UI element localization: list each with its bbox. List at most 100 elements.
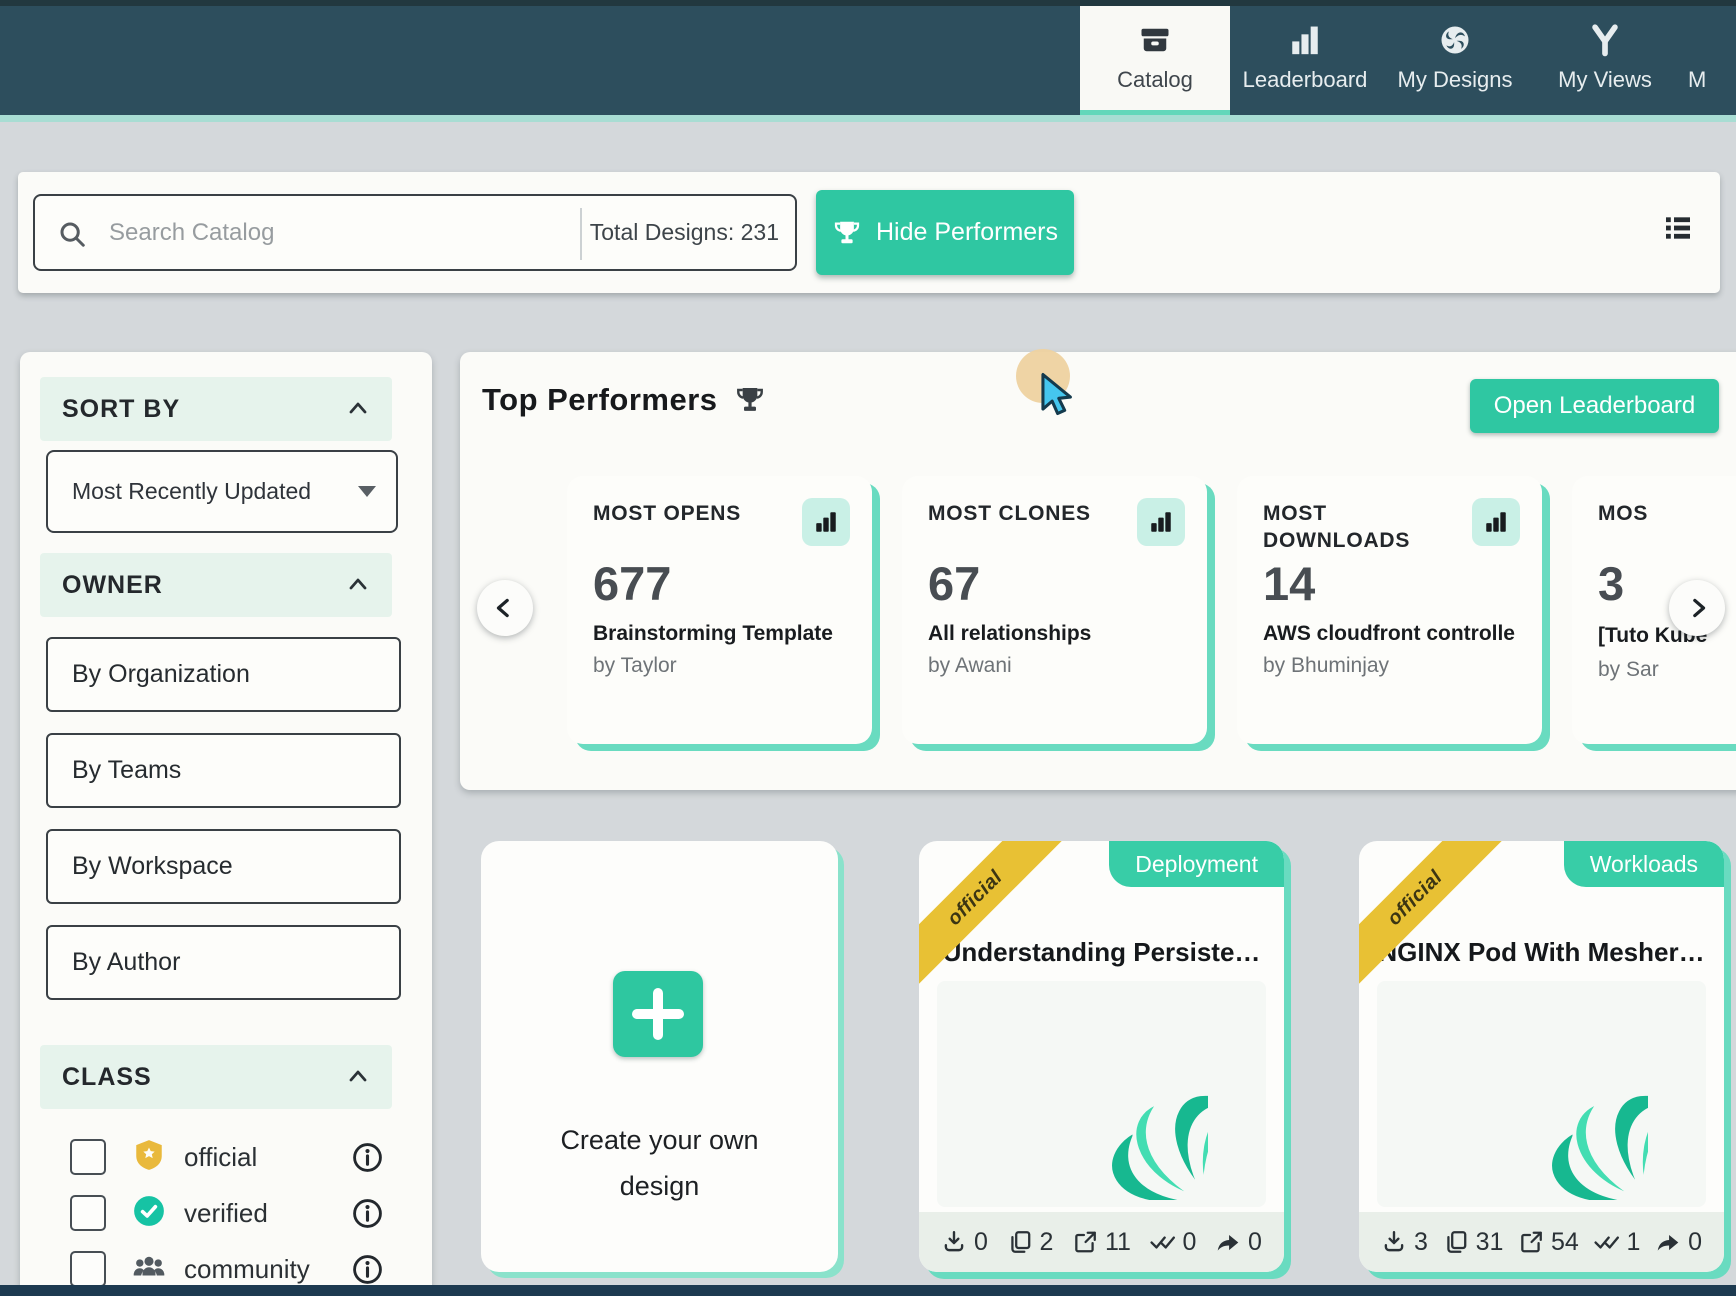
stat-value: 0 [1248, 1228, 1262, 1257]
carousel-next-button[interactable] [1669, 580, 1725, 636]
owner-header[interactable]: OWNER [40, 553, 392, 617]
tab-label: M [1688, 67, 1706, 93]
open-leaderboard-button[interactable]: Open Leaderboard [1470, 379, 1719, 433]
class-label: CLASS [62, 1063, 152, 1092]
bottom-edge-bar [0, 1285, 1736, 1296]
class-item-label: community [184, 1254, 310, 1285]
design-author: by Taylor [593, 654, 846, 678]
tab-my-designs[interactable]: My Designs [1380, 0, 1530, 115]
tab-label: My Designs [1398, 67, 1513, 93]
download-stat[interactable]: 3 [1381, 1228, 1428, 1257]
metric-value: 677 [593, 556, 846, 614]
download-stat[interactable]: 0 [941, 1228, 988, 1257]
button-label: By Organization [72, 660, 250, 689]
design-stats: 0 2 11 0 0 [919, 1212, 1284, 1272]
tab-label: Catalog [1117, 67, 1193, 93]
trophy-icon [734, 384, 766, 416]
chevron-up-icon[interactable] [346, 573, 370, 597]
metric-label: MOST OPENS [593, 500, 783, 556]
info-icon[interactable] [352, 1142, 383, 1173]
chevron-up-icon[interactable] [346, 1065, 370, 1089]
carousel-prev-button[interactable] [477, 580, 533, 636]
verify-stat[interactable]: 1 [1594, 1228, 1641, 1257]
search-box[interactable]: Total Designs: 231 [33, 194, 797, 271]
download-icon [1381, 1229, 1407, 1255]
info-icon[interactable] [352, 1254, 383, 1285]
open-stat[interactable]: 54 [1518, 1228, 1579, 1257]
metric-label: MOS [1598, 500, 1736, 556]
views-y-icon [1587, 22, 1623, 58]
hide-performers-label: Hide Performers [876, 218, 1058, 247]
create-design-card[interactable]: Create your own design [481, 841, 838, 1272]
tab-truncated[interactable]: M [1680, 0, 1736, 115]
by-author-button[interactable]: By Author [46, 925, 401, 1000]
share-stat[interactable]: 0 [1655, 1228, 1702, 1257]
share-icon [1215, 1229, 1241, 1255]
official-checkbox[interactable] [70, 1139, 106, 1175]
search-icon [57, 219, 87, 254]
search-input[interactable] [107, 198, 537, 267]
sort-by-header[interactable]: SORT BY [40, 377, 392, 441]
class-header[interactable]: CLASS [40, 1045, 392, 1109]
truncated-icon [1688, 22, 1724, 58]
open-stat[interactable]: 11 [1072, 1228, 1131, 1257]
download-icon [941, 1229, 967, 1255]
clone-stat[interactable]: 31 [1443, 1228, 1504, 1257]
tab-my-views[interactable]: My Views [1530, 0, 1680, 115]
tab-catalog[interactable]: Catalog [1080, 0, 1230, 115]
class-filter-official[interactable]: official [60, 1131, 420, 1183]
official-ribbon: official [919, 841, 1075, 998]
design-author: by Awani [928, 654, 1181, 678]
button-label: By Author [72, 948, 180, 977]
design-title: Understanding Persiste… [929, 937, 1274, 968]
class-filter-verified[interactable]: verified [60, 1187, 420, 1239]
by-organization-button[interactable]: By Organization [46, 637, 401, 712]
design-name: Brainstorming Template [593, 622, 846, 646]
type-badge[interactable]: Workloads [1564, 841, 1724, 887]
design-name: AWS cloudfront controller [1263, 622, 1516, 646]
verified-checkbox[interactable] [70, 1195, 106, 1231]
create-design-label: Create your own design [481, 1117, 838, 1209]
sort-dropdown[interactable]: Most Recently Updated [46, 450, 398, 533]
share-icon [1655, 1229, 1681, 1255]
chevron-up-icon[interactable] [346, 397, 370, 421]
top-performers-panel: Top Performers Open Leaderboard MOST OPE… [460, 352, 1736, 790]
type-badge[interactable]: Deployment [1109, 841, 1284, 887]
metric-label: MOST DOWNLOADS [1263, 500, 1453, 556]
verify-stat[interactable]: 0 [1150, 1228, 1197, 1257]
by-workspace-button[interactable]: By Workspace [46, 829, 401, 904]
design-author: by Bhuminjay [1263, 654, 1516, 678]
community-checkbox[interactable] [70, 1251, 106, 1287]
design-thumbnail [937, 981, 1266, 1207]
tab-leaderboard[interactable]: Leaderboard [1230, 0, 1380, 115]
catalog-page: Catalog Leaderboard [0, 0, 1736, 1296]
archive-icon [1137, 22, 1173, 58]
search-divider [580, 208, 582, 260]
performer-card-most-opens[interactable]: MOST OPENS 677 Brainstorming Template by… [567, 476, 872, 744]
list-view-icon[interactable] [1662, 212, 1694, 249]
design-stats: 3 31 54 1 0 [1359, 1212, 1724, 1272]
metric-value: 67 [928, 556, 1181, 614]
chart-icon [802, 498, 850, 546]
class-item-label: official [184, 1142, 257, 1173]
design-author: by Sar [1598, 658, 1736, 682]
stat-value: 1 [1627, 1228, 1641, 1257]
performer-card-most-downloads[interactable]: MOST DOWNLOADS 14 AWS cloudfront control… [1237, 476, 1542, 744]
design-card-nginx-pod[interactable]: official Workloads NGINX Pod With Mesher… [1359, 841, 1724, 1272]
design-title: NGINX Pod With Mesher… [1369, 937, 1714, 968]
nav-tabs: Catalog Leaderboard [1080, 0, 1736, 115]
class-item-label: verified [184, 1198, 268, 1229]
nav-accent-strip [0, 115, 1736, 122]
clone-stat[interactable]: 2 [1007, 1228, 1054, 1257]
info-icon[interactable] [352, 1198, 383, 1229]
chart-icon [1472, 498, 1520, 546]
share-stat[interactable]: 0 [1215, 1228, 1262, 1257]
stat-value: 2 [1040, 1228, 1054, 1257]
plus-icon[interactable] [613, 971, 703, 1057]
by-teams-button[interactable]: By Teams [46, 733, 401, 808]
hide-performers-button[interactable]: Hide Performers [816, 190, 1074, 275]
design-card-understanding-persistent[interactable]: official Deployment Understanding Persis… [919, 841, 1284, 1272]
performer-card-most-clones[interactable]: MOST CLONES 67 All relationships by Awan… [902, 476, 1207, 744]
create-label-line2: design [481, 1163, 838, 1209]
chevron-down-icon [358, 486, 376, 497]
